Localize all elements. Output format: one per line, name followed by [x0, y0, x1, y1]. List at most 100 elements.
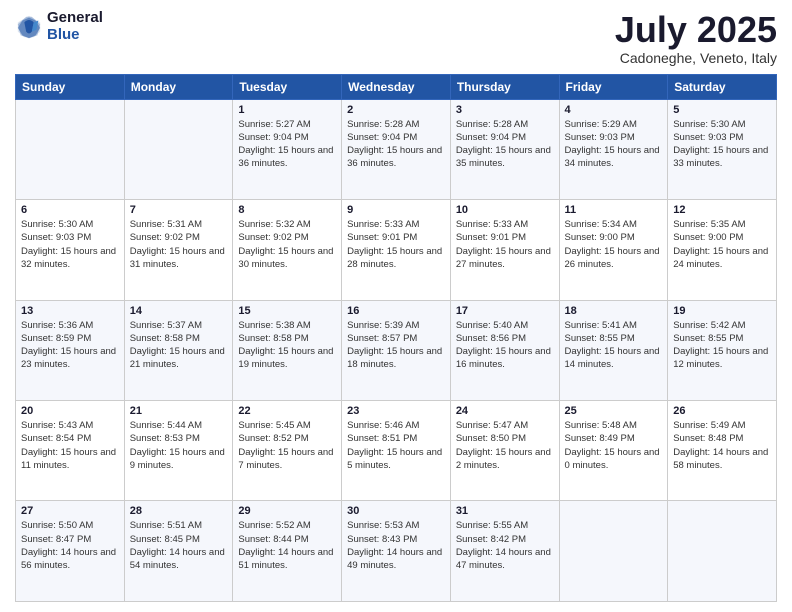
day-info: Sunrise: 5:35 AMSunset: 9:00 PMDaylight:… [673, 218, 771, 271]
day-info: Sunrise: 5:41 AMSunset: 8:55 PMDaylight:… [565, 319, 663, 372]
day-number: 29 [238, 505, 336, 517]
calendar-cell: 16 Sunrise: 5:39 AMSunset: 8:57 PMDayligh… [342, 300, 451, 400]
day-info: Sunrise: 5:49 AMSunset: 8:48 PMDaylight:… [673, 419, 771, 472]
day-number: 24 [456, 405, 554, 417]
day-info: Sunrise: 5:30 AMSunset: 9:03 PMDaylight:… [21, 218, 119, 271]
day-number: 27 [21, 505, 119, 517]
location: Cadoneghe, Veneto, Italy [615, 50, 777, 66]
day-number: 12 [673, 204, 771, 216]
day-number: 14 [130, 305, 228, 317]
day-number: 18 [565, 305, 663, 317]
day-info: Sunrise: 5:53 AMSunset: 8:43 PMDaylight:… [347, 519, 445, 572]
day-info: Sunrise: 5:33 AMSunset: 9:01 PMDaylight:… [347, 218, 445, 271]
calendar-cell: 8Sunrise: 5:32 AMSunset: 9:02 PMDaylight… [233, 200, 342, 300]
day-info: Sunrise: 5:38 AMSunset: 8:58 PMDaylight:… [238, 319, 336, 372]
day-number: 9 [347, 204, 445, 216]
day-number: 23 [347, 405, 445, 417]
day-number: 7 [130, 204, 228, 216]
weekday-header-monday: Monday [124, 74, 233, 99]
day-number: 2 [347, 104, 445, 116]
calendar-cell: 11 Sunrise: 5:34 AMSunset: 9:00 PMDayligh… [559, 200, 668, 300]
calendar-cell: 3 Sunrise: 5:28 AMSunset: 9:04 PMDaylight… [450, 99, 559, 199]
day-info: Sunrise: 5:34 AMSunset: 9:00 PMDaylight:… [565, 218, 663, 271]
title-block: July 2025 Cadoneghe, Veneto, Italy [615, 10, 777, 66]
day-number: 31 [456, 505, 554, 517]
day-number: 30 [347, 505, 445, 517]
day-number: 1 [238, 104, 336, 116]
day-info: Sunrise: 5:39 AMSunset: 8:57 PMDaylight:… [347, 319, 445, 372]
day-number: 17 [456, 305, 554, 317]
day-number: 25 [565, 405, 663, 417]
logo-blue: Blue [47, 27, 103, 44]
day-number: 6 [21, 204, 119, 216]
calendar-cell: 26 Sunrise: 5:49 AMSunset: 8:48 PMDayligh… [668, 401, 777, 501]
calendar-cell: 18 Sunrise: 5:41 AMSunset: 8:55 PMDayligh… [559, 300, 668, 400]
day-number: 21 [130, 405, 228, 417]
weekday-header-tuesday: Tuesday [233, 74, 342, 99]
calendar-cell: 29 Sunrise: 5:52 AMSunset: 8:44 PMDayligh… [233, 501, 342, 602]
day-number: 8 [238, 204, 336, 216]
weekday-header-row: SundayMondayTuesdayWednesdayThursdayFrid… [16, 74, 777, 99]
day-info: Sunrise: 5:36 AMSunset: 8:59 PMDaylight:… [21, 319, 119, 372]
calendar-table: SundayMondayTuesdayWednesdayThursdayFrid… [15, 74, 777, 602]
calendar-cell: 7 Sunrise: 5:31 AMSunset: 9:02 PMDaylight… [124, 200, 233, 300]
calendar-cell: 1 Sunrise: 5:27 AMSunset: 9:04 PMDaylight… [233, 99, 342, 199]
weekday-header-thursday: Thursday [450, 74, 559, 99]
calendar-cell: 20Sunrise: 5:43 AMSunset: 8:54 PMDayligh… [16, 401, 125, 501]
calendar-cell: 2 Sunrise: 5:28 AMSunset: 9:04 PMDaylight… [342, 99, 451, 199]
calendar-cell: 23 Sunrise: 5:46 AMSunset: 8:51 PMDayligh… [342, 401, 451, 501]
calendar-cell: 27 Sunrise: 5:50 AMSunset: 8:47 PMDayligh… [16, 501, 125, 602]
day-number: 11 [565, 204, 663, 216]
day-info: Sunrise: 5:28 AMSunset: 9:04 PMDaylight:… [456, 118, 554, 171]
header: General Blue July 2025 Cadoneghe, Veneto… [15, 10, 777, 66]
day-info: Sunrise: 5:30 AMSunset: 9:03 PMDaylight:… [673, 118, 771, 171]
calendar-cell: 31 Sunrise: 5:55 AMSunset: 8:42 PMDayligh… [450, 501, 559, 602]
calendar-cell [124, 99, 233, 199]
calendar-cell: 14 Sunrise: 5:37 AMSunset: 8:58 PMDayligh… [124, 300, 233, 400]
day-info: Sunrise: 5:47 AMSunset: 8:50 PMDaylight:… [456, 419, 554, 472]
day-info: Sunrise: 5:55 AMSunset: 8:42 PMDaylight:… [456, 519, 554, 572]
calendar-cell [16, 99, 125, 199]
day-info: Sunrise: 5:31 AMSunset: 9:02 PMDaylight:… [130, 218, 228, 271]
calendar-cell: 30 Sunrise: 5:53 AMSunset: 8:43 PMDayligh… [342, 501, 451, 602]
calendar-cell: 17 Sunrise: 5:40 AMSunset: 8:56 PMDayligh… [450, 300, 559, 400]
day-number: 10 [456, 204, 554, 216]
day-info: Sunrise: 5:28 AMSunset: 9:04 PMDaylight:… [347, 118, 445, 171]
calendar-cell: 13 Sunrise: 5:36 AMSunset: 8:59 PMDayligh… [16, 300, 125, 400]
week-row-4: 20Sunrise: 5:43 AMSunset: 8:54 PMDayligh… [16, 401, 777, 501]
day-info: Sunrise: 5:40 AMSunset: 8:56 PMDaylight:… [456, 319, 554, 372]
day-number: 13 [21, 305, 119, 317]
logo: General Blue [15, 10, 103, 43]
day-info: Sunrise: 5:27 AMSunset: 9:04 PMDaylight:… [238, 118, 336, 171]
logo-icon [15, 13, 43, 41]
day-info: Sunrise: 5:44 AMSunset: 8:53 PMDaylight:… [130, 419, 228, 472]
calendar-cell: 24 Sunrise: 5:47 AMSunset: 8:50 PMDayligh… [450, 401, 559, 501]
calendar-cell: 19Sunrise: 5:42 AMSunset: 8:55 PMDayligh… [668, 300, 777, 400]
week-row-3: 13 Sunrise: 5:36 AMSunset: 8:59 PMDayligh… [16, 300, 777, 400]
calendar-cell: 4Sunrise: 5:29 AMSunset: 9:03 PMDaylight… [559, 99, 668, 199]
day-number: 4 [565, 104, 663, 116]
day-number: 3 [456, 104, 554, 116]
day-number: 16 [347, 305, 445, 317]
day-info: Sunrise: 5:48 AMSunset: 8:49 PMDaylight:… [565, 419, 663, 472]
day-info: Sunrise: 5:42 AMSunset: 8:55 PMDaylight:… [673, 319, 771, 372]
calendar-cell: 6 Sunrise: 5:30 AMSunset: 9:03 PMDaylight… [16, 200, 125, 300]
calendar-cell: 21 Sunrise: 5:44 AMSunset: 8:53 PMDayligh… [124, 401, 233, 501]
day-number: 15 [238, 305, 336, 317]
calendar-cell: 25 Sunrise: 5:48 AMSunset: 8:49 PMDayligh… [559, 401, 668, 501]
day-number: 28 [130, 505, 228, 517]
calendar-cell: 15 Sunrise: 5:38 AMSunset: 8:58 PMDayligh… [233, 300, 342, 400]
day-info: Sunrise: 5:51 AMSunset: 8:45 PMDaylight:… [130, 519, 228, 572]
week-row-5: 27 Sunrise: 5:50 AMSunset: 8:47 PMDayligh… [16, 501, 777, 602]
day-info: Sunrise: 5:46 AMSunset: 8:51 PMDaylight:… [347, 419, 445, 472]
week-row-1: 1 Sunrise: 5:27 AMSunset: 9:04 PMDaylight… [16, 99, 777, 199]
day-number: 26 [673, 405, 771, 417]
day-info: Sunrise: 5:50 AMSunset: 8:47 PMDaylight:… [21, 519, 119, 572]
day-info: Sunrise: 5:37 AMSunset: 8:58 PMDaylight:… [130, 319, 228, 372]
day-info: Sunrise: 5:52 AMSunset: 8:44 PMDaylight:… [238, 519, 336, 572]
day-info: Sunrise: 5:33 AMSunset: 9:01 PMDaylight:… [456, 218, 554, 271]
calendar-cell: 22Sunrise: 5:45 AMSunset: 8:52 PMDayligh… [233, 401, 342, 501]
day-number: 22 [238, 405, 336, 417]
weekday-header-friday: Friday [559, 74, 668, 99]
month-title: July 2025 [615, 10, 777, 50]
